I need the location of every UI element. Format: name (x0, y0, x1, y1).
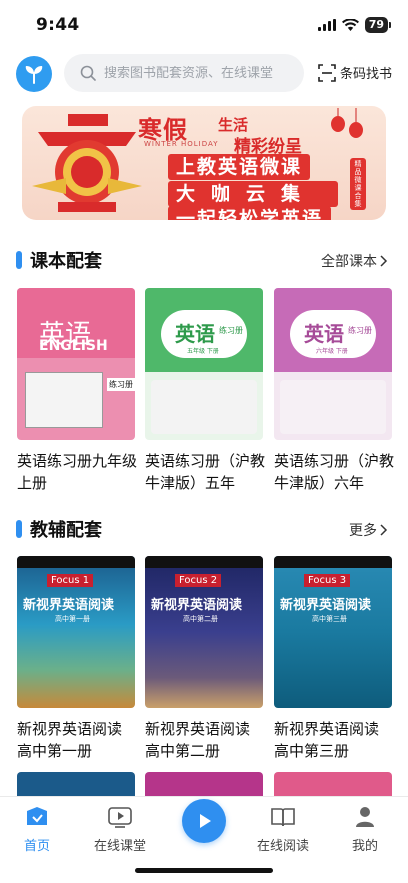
next-row-cover[interactable] (17, 772, 135, 796)
book-cover: Focus 1 新视界英语阅读 高中第一册 (17, 556, 135, 708)
status-time: 9:44 (36, 15, 80, 35)
barcode-scan-icon (318, 63, 336, 82)
home-icon (27, 807, 47, 825)
barcode-scan-label: 条码找书 (339, 67, 392, 82)
book-icon (271, 808, 295, 827)
cover-badge: 练习册 (107, 378, 135, 391)
cover-focus: Focus 3 (304, 574, 351, 587)
leaf-logo-icon (25, 66, 43, 84)
nav-home[interactable]: 首页 (24, 805, 50, 854)
cover-main-text: 新视界英语阅读 (151, 598, 243, 613)
cover-main-text: 新视界英语阅读 (23, 598, 115, 613)
more-label: 更多 (349, 523, 377, 539)
banner-line-2: 大咖云集 (168, 181, 338, 207)
status-icons: 79 (317, 17, 392, 33)
tutorial-card[interactable]: Focus 2 新视界英语阅读 高中第二册 新视界英语阅读 高中第二册 (145, 556, 263, 762)
section-accent-bar (16, 251, 22, 269)
signal-icon (317, 19, 336, 31)
nav-online-class[interactable]: 在线课堂 (94, 805, 146, 854)
section-title: 课本配套 (30, 251, 102, 272)
battery-indicator: 79 (364, 17, 392, 33)
nav-mine[interactable]: 我的 (352, 805, 378, 854)
next-row-cover[interactable] (145, 772, 263, 796)
search-bar[interactable] (64, 54, 304, 92)
tutorial-section-header: 教辅配套 更多 (16, 517, 392, 541)
book-title: 英语练习册（沪教牛津版）六年 (274, 452, 395, 492)
promo-banner[interactable]: 寒假 WINTER HOLIDAY 生活 精彩纷呈 上教英语微课 大咖云集 一起… (22, 106, 386, 220)
all-textbooks-link[interactable]: 全部课本 (321, 251, 388, 271)
nav-online-reading[interactable]: 在线阅读 (257, 805, 309, 854)
status-bar: 9:44 79 (0, 0, 408, 50)
book-title: 英语练习册九年级上册 (17, 452, 138, 492)
next-row-cover[interactable] (274, 772, 392, 796)
nav-online-reading-label: 在线阅读 (257, 839, 310, 854)
play-button[interactable] (182, 799, 226, 843)
tutorial-card[interactable]: Focus 3 新视界英语阅读 高中第三册 新视界英语阅读 高中第三册 (274, 556, 392, 762)
user-icon (356, 807, 374, 827)
header: 条码找书 (0, 54, 408, 94)
barcode-scan-button[interactable]: 条码找书 (318, 63, 392, 82)
book-cover: 英语 ENGLISH 练习册 (17, 288, 135, 440)
cover-sub-text: 练习册 (348, 326, 372, 335)
book-cover: 英语 练习册 六年级 下册 (274, 288, 392, 440)
nav-home-label: 首页 (24, 839, 51, 854)
textbook-card[interactable]: 英语 练习册 六年级 下册 英语练习册（沪教牛津版）六年 (274, 288, 394, 494)
book-title: 英语练习册（沪教牛津版）五年 (145, 452, 266, 492)
book-title: 新视界英语阅读 高中第一册 (17, 720, 123, 760)
app-logo[interactable] (16, 56, 52, 92)
cover-focus: Focus 2 (175, 574, 222, 587)
banner-decoration-icon (32, 114, 142, 212)
banner-tag: 精品微课合集 (350, 158, 366, 210)
banner-line-3: 一起轻松学英语 (168, 206, 332, 220)
chevron-right-icon (380, 524, 388, 536)
tutorial-card[interactable]: Focus 1 新视界英语阅读 高中第一册 新视界英语阅读 高中第一册 (17, 556, 135, 762)
cover-focus: Focus 1 (47, 574, 94, 587)
video-icon (108, 807, 132, 828)
lantern-icon (331, 108, 363, 138)
section-accent-bar (16, 520, 22, 538)
search-icon (80, 65, 96, 81)
book-cover: 英语 练习册 五年级 下册 (145, 288, 263, 440)
nav-mine-label: 我的 (352, 839, 379, 854)
home-indicator (135, 868, 273, 873)
search-input[interactable] (104, 65, 294, 81)
nav-online-class-label: 在线课堂 (94, 839, 147, 854)
banner-line-1: 上教英语微课 (168, 154, 311, 180)
more-label: 全部课本 (321, 254, 377, 270)
cover-grade: 高中第一册 (55, 615, 90, 623)
cover-main-text: 英语 (175, 322, 215, 346)
textbook-card[interactable]: 英语 练习册 五年级 下册 英语练习册（沪教牛津版）五年 (145, 288, 265, 494)
cover-grade: 高中第三册 (312, 615, 347, 623)
cover-main-text: 新视界英语阅读 (280, 598, 372, 613)
play-icon (200, 814, 211, 828)
cover-grade: 高中第二册 (183, 615, 218, 623)
cover-grade: 六年级 下册 (316, 348, 348, 355)
textbook-card[interactable]: 英语 ENGLISH 练习册 英语练习册九年级上册 (17, 288, 137, 494)
cover-grade: 五年级 下册 (187, 348, 219, 355)
book-cover: Focus 3 新视界英语阅读 高中第三册 (274, 556, 392, 708)
wifi-icon (341, 19, 359, 31)
banner-subtitle: WINTER HOLIDAY (144, 140, 219, 148)
book-cover: Focus 2 新视界英语阅读 高中第二册 (145, 556, 263, 708)
more-tutorials-link[interactable]: 更多 (349, 520, 388, 540)
section-title: 教辅配套 (30, 520, 102, 541)
book-title: 新视界英语阅读 高中第二册 (145, 720, 251, 760)
textbook-section-header: 课本配套 全部课本 (16, 248, 392, 272)
chevron-right-icon (380, 255, 388, 267)
cover-sub-text: ENGLISH (39, 338, 108, 354)
book-title: 新视界英语阅读 高中第三册 (274, 720, 380, 760)
cover-sub-text: 练习册 (219, 326, 243, 335)
cover-main-text: 英语 (304, 322, 344, 346)
